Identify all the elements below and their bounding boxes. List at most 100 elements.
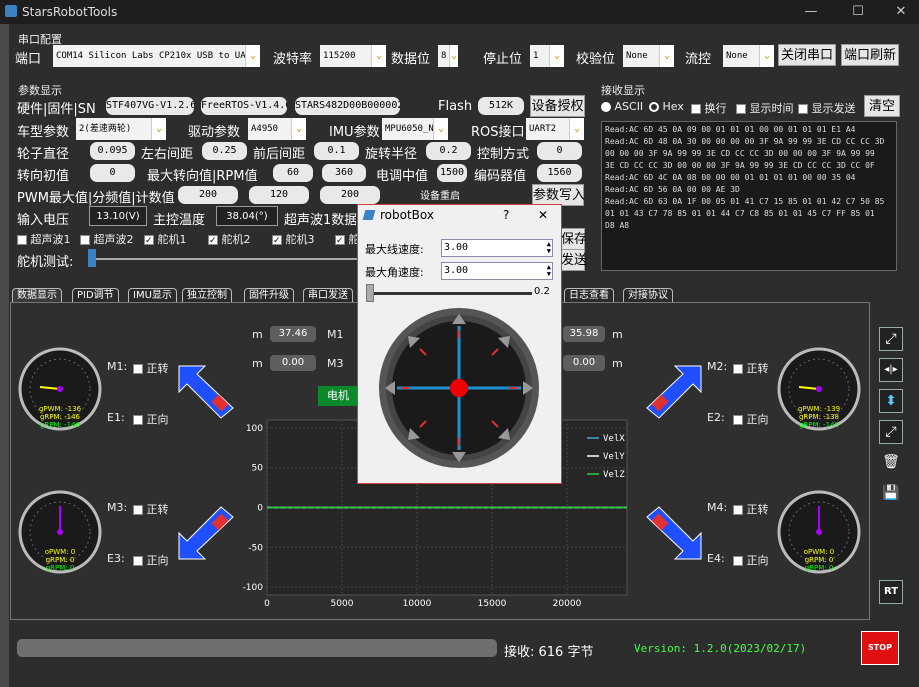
car-type-label: 车型参数 (17, 125, 70, 140)
servo1-checkbox[interactable]: 舵机1 (144, 231, 187, 247)
hex-radio[interactable]: Hex (649, 100, 684, 113)
vertical-fit-icon[interactable]: ⬍ (879, 389, 903, 413)
steer-value[interactable]: 0 (90, 164, 135, 182)
ctrl-value[interactable]: 0 (537, 142, 582, 160)
pwm-cnt-value[interactable]: 200 (320, 186, 380, 204)
zoom-fit-icon[interactable]: ⤢ (879, 420, 903, 444)
refresh-port-button[interactable]: 端口刷新 (841, 44, 899, 66)
chart-xtick-label: 10000 (403, 599, 432, 609)
receive-group-title: 接收显示 (601, 84, 645, 97)
readout-m2-unit: m (612, 328, 623, 341)
show-time-checkbox[interactable]: 显示时间 (736, 100, 794, 116)
parity-select[interactable]: None ⌄ (623, 45, 674, 67)
chart-ytick-label: -50 (248, 543, 263, 553)
save-button[interactable]: 保存 (560, 228, 587, 250)
m2-dir-checkbox[interactable]: 正转 (733, 360, 769, 376)
newline-checkbox[interactable]: 换行 (691, 100, 727, 116)
chevron-down-icon: ⌄ (245, 45, 260, 67)
tab-independent[interactable]: 独立控制 (182, 288, 232, 303)
pwm-max-value[interactable]: 200 (178, 186, 238, 204)
send-button[interactable]: 发送 (560, 249, 587, 271)
stop-button[interactable]: STOP (861, 631, 899, 665)
gauge-m2-label: gPWM: -139 gRPM: -138 gRPM: -140 (797, 405, 841, 429)
pwm-div-value[interactable]: 120 (249, 186, 309, 204)
m3-dir-checkbox[interactable]: 正转 (133, 501, 169, 517)
flash-value: 512K (478, 97, 524, 115)
chart-xtick-label: 15000 (478, 599, 507, 609)
port-select[interactable]: COM14 Silicon Labs CP210x USB to UART ⌄ (53, 45, 260, 67)
temp-label: 主控温度 (153, 213, 206, 228)
write-params-button[interactable]: 参数写入 (532, 184, 585, 206)
spin-arrows-icon[interactable]: ▲ ▼ (547, 241, 551, 255)
tab-log[interactable]: 日志查看 (564, 288, 614, 303)
servo2-checkbox[interactable]: 舵机2 (208, 231, 251, 247)
center-m1-label: M1 (327, 328, 344, 341)
esc-value[interactable]: 1500 (437, 164, 467, 182)
realtime-icon[interactable]: RT (879, 580, 903, 604)
expand-icon[interactable]: ⤢ (879, 327, 903, 351)
e4-dir-checkbox[interactable]: 正向 (733, 552, 769, 568)
max-angular-input[interactable]: 3.00 ▲ ▼ (441, 262, 553, 280)
stopbits-select[interactable]: 1 ⌄ (530, 45, 564, 67)
spin-arrows-icon[interactable]: ▲ ▼ (547, 264, 551, 278)
ultrasonic1-checkbox[interactable]: 超声波1 (17, 231, 71, 247)
clear-button[interactable]: 清空 (864, 95, 900, 117)
e2-dir-checkbox[interactable]: 正向 (733, 411, 769, 427)
restart-button[interactable]: 设备重启 (420, 187, 460, 202)
minimize-button[interactable]: — (796, 2, 826, 22)
lr-value[interactable]: 0.25 (202, 142, 247, 160)
ros-select[interactable]: UART2 ⌄ (526, 118, 584, 140)
tab-serial-send[interactable]: 串口发送 (303, 288, 353, 303)
maxsteer-value[interactable]: 60 (273, 164, 313, 182)
receive-log[interactable]: Read:AC 6D 45 0A 09 00 01 01 01 00 00 01… (601, 121, 897, 271)
chevron-down-icon: ⌄ (549, 45, 564, 67)
dialog-help-button[interactable]: ? (503, 208, 509, 222)
show-send-checkbox[interactable]: 显示发送 (798, 100, 856, 116)
fb-value[interactable]: 0.1 (314, 142, 359, 160)
tab-data-display[interactable]: 数据显示 (12, 288, 62, 303)
ascii-radio[interactable]: ASCII (601, 100, 643, 113)
radius-value[interactable]: 0.2 (426, 142, 471, 160)
servo-test-slider[interactable] (88, 258, 358, 260)
joystick[interactable] (376, 308, 542, 468)
tab-protocol[interactable]: 对接协议 (623, 288, 673, 303)
trash-icon[interactable]: 🗑 (879, 451, 903, 475)
chart-legend-label: VelY (603, 452, 625, 462)
tab-imu[interactable]: IMU显示 (128, 288, 177, 303)
dialog-close-button[interactable]: ✕ (538, 208, 548, 222)
device-auth-button[interactable]: 设备授权 (530, 95, 585, 117)
flow-select[interactable]: None ⌄ (723, 45, 774, 67)
hw-version: STF407VG-V1.2.6 (106, 97, 194, 115)
chevron-down-icon: ⌄ (291, 118, 306, 140)
m1-dir-checkbox[interactable]: 正转 (133, 360, 169, 376)
save-icon[interactable]: 💾 (879, 482, 903, 506)
tab-pid[interactable]: PID调节 (72, 288, 119, 303)
m4-dir-checkbox[interactable]: 正转 (733, 501, 769, 517)
ultrasonic2-checkbox[interactable]: 超声波2 (80, 231, 134, 247)
close-button[interactable]: ✕ (886, 2, 916, 22)
electric-button[interactable]: 电机 (318, 386, 358, 406)
servo4-checkbox[interactable]: 舵 (335, 231, 360, 247)
e1-dir-checkbox[interactable]: 正向 (133, 411, 169, 427)
horizontal-fit-icon[interactable]: ◂|▸ (879, 358, 903, 382)
tab-firmware[interactable]: 固件升级 (244, 288, 294, 303)
servo-test-handle[interactable] (88, 249, 96, 267)
e3-dir-checkbox[interactable]: 正向 (133, 552, 169, 568)
close-port-button[interactable]: 关闭串口 (778, 44, 836, 66)
speed-slider-handle[interactable] (366, 284, 374, 302)
arrow-m2-icon (646, 365, 702, 419)
baud-select[interactable]: 115200 ⌄ (320, 45, 386, 67)
servo3-checkbox[interactable]: 舵机3 (272, 231, 315, 247)
speed-slider[interactable] (366, 292, 532, 295)
voltage-value: 13.10(V) (89, 206, 147, 226)
max-linear-input[interactable]: 3.00 ▲ ▼ (441, 239, 553, 257)
car-type-select[interactable]: 2(差速两轮) ⌄ (76, 118, 166, 140)
maximize-button[interactable]: ☐ (843, 2, 873, 22)
wheel-value[interactable]: 0.095 (90, 142, 135, 160)
progress-bar (17, 639, 497, 657)
drive-select[interactable]: A4950 ⌄ (248, 118, 306, 140)
imu-select[interactable]: MPU6050_N ⌄ (382, 118, 448, 140)
enc-value[interactable]: 1560 (537, 164, 582, 182)
databits-select[interactable]: 8 ⌄ (438, 45, 458, 67)
rpm-value[interactable]: 360 (322, 164, 366, 182)
